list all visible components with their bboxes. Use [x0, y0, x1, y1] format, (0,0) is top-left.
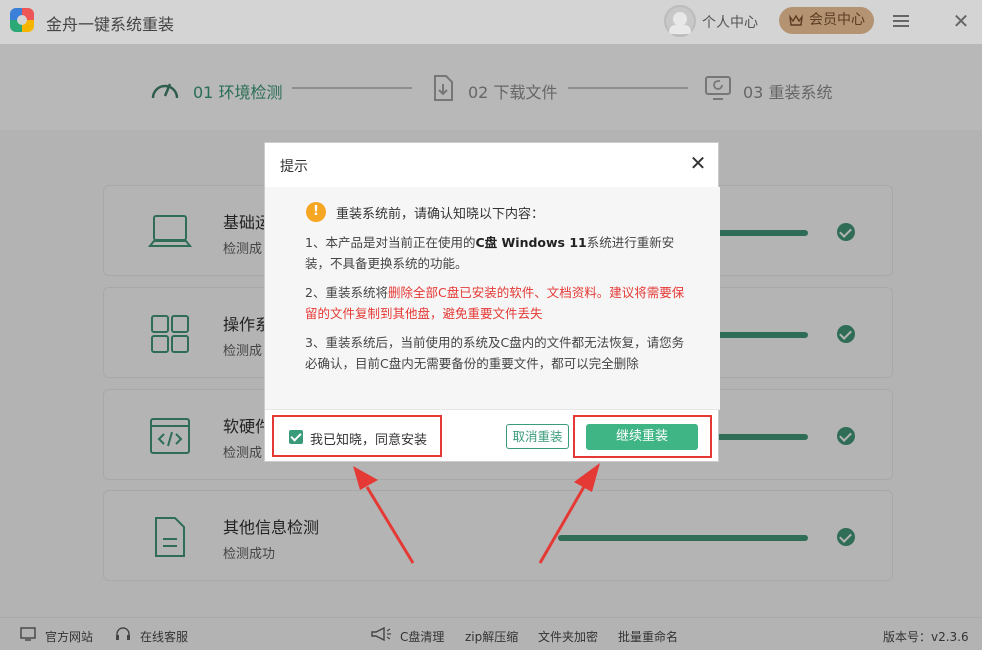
notice-item-3: 3、重装系统后，当前使用的系统及C盘内的文件都无法恢复，请您务必确认，目前C盘内… [305, 335, 685, 371]
agree-label[interactable]: 我已知晓，同意安装 [310, 429, 427, 448]
version-label: 版本号：v2.3.6 [883, 630, 969, 644]
progress-bar [558, 535, 808, 541]
check-success-icon [837, 325, 855, 343]
notice-item-2: 2、重装系统将删除全部C盘已安装的软件、文档资料。建议将需要保留的文件复制到其他… [305, 285, 685, 321]
monitor-icon [20, 627, 36, 641]
step-divider [568, 87, 688, 89]
warning-icon: ! [306, 202, 326, 222]
app-title: 金舟一键系统重装 [46, 15, 175, 34]
warning-text: 重装系统前，请确认知晓以下内容： [336, 207, 545, 222]
check-success-icon [837, 427, 855, 445]
check-title: 其他信息检测 [223, 518, 320, 537]
footer-zip-link[interactable]: zip解压缩 [465, 628, 518, 645]
step-divider [292, 87, 412, 89]
dialog-title: 提示 [280, 159, 308, 175]
megaphone-icon [371, 626, 391, 642]
dialog-body: ! 重装系统前，请确认知晓以下内容： 1、本产品是对当前正在使用的C盘 Wind… [265, 187, 720, 409]
footer-folder-encrypt-link[interactable]: 文件夹加密 [538, 628, 598, 645]
continue-reinstall-button[interactable]: 继续重装 [586, 424, 698, 450]
footer-website-link[interactable]: 官方网站 [45, 628, 93, 645]
agree-highlight: 我已知晓，同意安装 [272, 415, 442, 457]
menu-icon[interactable] [893, 12, 909, 30]
step-bar: 01 环境检测 02 下载文件 03 重装系统 [0, 44, 982, 130]
step-env-check: 01 环境检测 [193, 83, 283, 102]
laptop-icon [148, 215, 192, 247]
check-success-icon [837, 528, 855, 546]
check-status: 检测成功 [223, 547, 276, 562]
notice-item-1: 1、本产品是对当前正在使用的C盘 Windows 11系统进行重新安装，不具备更… [305, 235, 675, 271]
title-bar: 金舟一键系统重装 个人中心 会员中心 ✕ [0, 0, 982, 44]
avatar[interactable] [664, 5, 696, 37]
step-reinstall: 03 重装系统 [743, 83, 833, 102]
confirm-dialog: 提示 ✕ ! 重装系统前，请确认知晓以下内容： 1、本产品是对当前正在使用的C盘… [264, 142, 720, 463]
download-file-icon [434, 75, 453, 101]
member-center-label: 会员中心 [809, 12, 865, 28]
app-logo-icon [10, 8, 34, 32]
code-window-icon [150, 418, 190, 454]
dialog-close-icon[interactable]: ✕ [687, 152, 709, 174]
agree-checkbox[interactable] [289, 430, 303, 444]
footer: 官方网站 在线客服 C盘清理 zip解压缩 文件夹加密 批量重命名 版本号：v2… [0, 617, 982, 650]
continue-highlight: 继续重装 [573, 415, 712, 458]
check-status: 检测成 [223, 446, 263, 461]
personal-center-link[interactable]: 个人中心 [702, 12, 758, 32]
check-card-other: 其他信息检测 检测成功 [103, 490, 893, 581]
check-success-icon [837, 223, 855, 241]
close-icon[interactable]: ✕ [950, 10, 972, 32]
footer-support-link[interactable]: 在线客服 [140, 628, 188, 645]
speedometer-icon [151, 83, 179, 99]
step-download: 02 下载文件 [468, 83, 558, 102]
member-center-button[interactable]: 会员中心 [779, 7, 874, 34]
document-icon [155, 517, 185, 557]
reinstall-icon [705, 76, 731, 100]
footer-c-clean-link[interactable]: C盘清理 [400, 628, 444, 645]
check-status: 检测成 [223, 344, 263, 359]
cancel-reinstall-button[interactable]: 取消重装 [506, 424, 569, 449]
check-status: 检测成 [223, 242, 263, 257]
footer-batch-rename-link[interactable]: 批量重命名 [618, 628, 678, 645]
headset-icon [116, 627, 130, 640]
dialog-footer: 我已知晓，同意安装 取消重装 继续重装 [265, 409, 720, 463]
crown-icon [789, 14, 803, 26]
grid-icon [151, 315, 189, 353]
